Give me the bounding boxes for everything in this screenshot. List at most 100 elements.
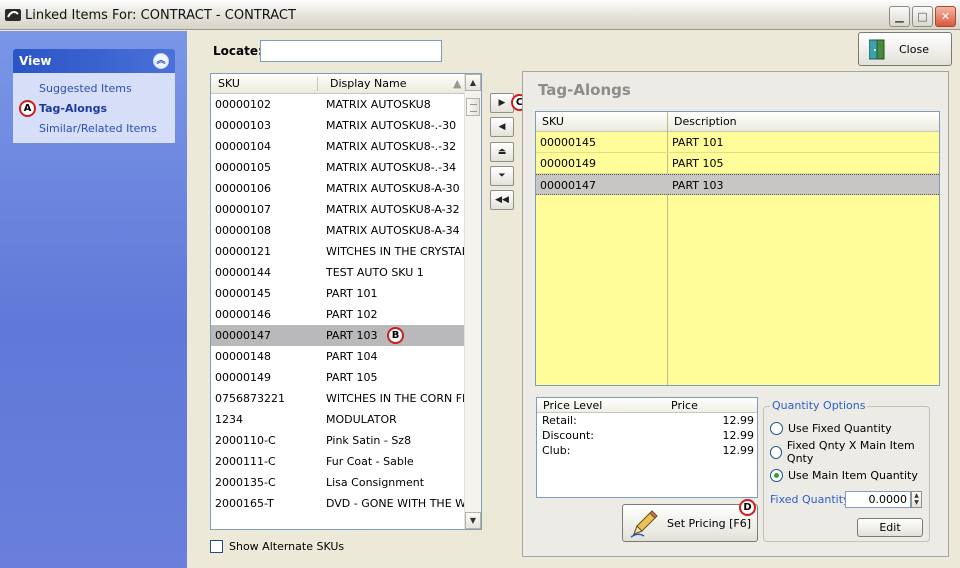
- sku-cell: 00000145: [215, 287, 271, 300]
- use-main-item-quantity-radio[interactable]: [770, 468, 783, 482]
- display-name-cell: MATRIX AUTOSKU8-.-30: [326, 119, 457, 132]
- sku-cell: 1234: [215, 413, 243, 426]
- sku-cell: 00000147: [215, 329, 271, 342]
- fixed-qnty-x-main-radio[interactable]: [770, 445, 782, 459]
- column-header-sku[interactable]: SKU: [542, 115, 564, 128]
- quantity-options-legend: Quantity Options: [770, 399, 868, 412]
- table-row[interactable]: 00000145 PART 101: [211, 283, 481, 304]
- sidebar-item-label: Suggested Items: [39, 82, 132, 95]
- maximize-button[interactable]: □: [912, 6, 933, 27]
- table-row[interactable]: 1234 MODULATOR: [211, 409, 481, 430]
- radio-label: Fixed Qnty X Main Item Qnty: [786, 439, 915, 465]
- view-panel-header[interactable]: View ︽: [13, 49, 175, 73]
- table-row[interactable]: 00000102 MATRIX AUTOSKU8: [211, 94, 481, 115]
- vertical-scrollbar[interactable]: ▲ ▼: [464, 74, 481, 529]
- table-row[interactable]: 0756873221 WITCHES IN THE CORN FIE: [211, 388, 481, 409]
- grid-rows: 00000102 MATRIX AUTOSKU8 00000103 MATRIX AU…: [211, 94, 481, 514]
- scroll-up-icon[interactable]: ▲: [465, 74, 481, 91]
- callout-b: B: [387, 327, 404, 344]
- close-button[interactable]: Close: [858, 32, 952, 66]
- sku-cell: 00000102: [215, 98, 271, 111]
- callout-a: A: [19, 100, 36, 117]
- display-name-cell: PART 102: [326, 308, 378, 321]
- sidebar-item-tag-alongs[interactable]: Tag-Alongs: [13, 99, 175, 119]
- list-item: Discount: 12.99: [537, 428, 757, 443]
- table-row[interactable]: 00000105 MATRIX AUTOSKU8-.-34: [211, 157, 481, 178]
- tag-alongs-panel: Tag-Alongs SKU Description 00000145 PART …: [522, 71, 949, 557]
- column-header-description[interactable]: Description: [674, 115, 737, 128]
- table-row[interactable]: 00000121 WITCHES IN THE CRYSTAL: [211, 241, 481, 262]
- price-level-cell: Discount:: [542, 429, 594, 442]
- sku-cell: 00000149: [215, 371, 271, 384]
- display-name-cell: Lisa Consignment: [326, 476, 425, 489]
- sku-cell: 00000145: [540, 136, 596, 149]
- table-row[interactable]: 00000103 MATRIX AUTOSKU8-.-30: [211, 115, 481, 136]
- table-row[interactable]: 00000146 PART 102: [211, 304, 481, 325]
- sku-cell: 00000121: [215, 245, 271, 258]
- move-up-button[interactable]: ⏏: [490, 142, 514, 162]
- tag-alongs-grid: SKU Description 00000145 PART 101 00000149…: [535, 111, 940, 386]
- remove-all-button[interactable]: ◀◀: [490, 190, 514, 210]
- move-down-button[interactable]: ⏷: [490, 166, 514, 186]
- price-cell: 12.99: [722, 444, 755, 457]
- use-fixed-quantity-option[interactable]: Use Fixed Quantity: [770, 420, 892, 436]
- table-row[interactable]: 00000147 PART 103: [211, 325, 481, 346]
- table-row[interactable]: 00000149 PART 105: [536, 153, 939, 174]
- sku-cell: 0756873221: [215, 392, 285, 405]
- table-row[interactable]: 00000104 MATRIX AUTOSKU8-.-32: [211, 136, 481, 157]
- table-row[interactable]: 00000145 PART 101: [536, 132, 939, 153]
- app-icon: [5, 9, 21, 21]
- display-name-cell: Pink Satin - Sz8: [326, 434, 412, 447]
- table-row[interactable]: 2000111-C Fur Coat - Sable: [211, 451, 481, 472]
- sku-cell: 00000103: [215, 119, 271, 132]
- show-alternate-skus[interactable]: Show Alternate SKUs: [210, 539, 344, 553]
- sku-cell: 00000148: [215, 350, 271, 363]
- close-label: Close: [899, 43, 929, 56]
- list-item: Club: 12.99: [537, 443, 757, 458]
- tag-alongs-title: Tag-Alongs: [538, 81, 631, 99]
- window-close-button[interactable]: ✕: [935, 6, 956, 27]
- price-cell: 12.99: [722, 414, 755, 427]
- use-fixed-quantity-radio[interactable]: [770, 421, 783, 435]
- table-row[interactable]: 2000165-T DVD - GONE WITH THE WIN: [211, 493, 481, 514]
- table-row[interactable]: 00000144 TEST AUTO SKU 1: [211, 262, 481, 283]
- show-alternate-skus-checkbox[interactable]: [210, 539, 223, 553]
- window-title: Linked Items For: CONTRACT - CONTRACT: [25, 8, 296, 23]
- sidebar-item-suggested[interactable]: Suggested Items: [13, 79, 175, 99]
- table-row[interactable]: 00000106 MATRIX AUTOSKU8-A-30: [211, 178, 481, 199]
- minimize-button[interactable]: ▁: [889, 6, 910, 27]
- use-main-item-quantity-option[interactable]: Use Main Item Quantity: [770, 467, 918, 483]
- table-row[interactable]: 00000147 PART 103: [536, 174, 939, 195]
- table-row[interactable]: 2000110-C Pink Satin - Sz8: [211, 430, 481, 451]
- scroll-down-icon[interactable]: ▼: [465, 512, 481, 529]
- display-name-cell: Fur Coat - Sable: [326, 455, 414, 468]
- display-name-cell: MATRIX AUTOSKU8-A-32: [326, 203, 460, 216]
- locate-input[interactable]: [260, 40, 442, 62]
- description-cell: PART 103: [672, 179, 724, 192]
- table-row[interactable]: 00000148 PART 104: [211, 346, 481, 367]
- sku-cell: 00000107: [215, 203, 271, 216]
- scroll-thumb[interactable]: [466, 98, 480, 116]
- column-header-sku[interactable]: SKU: [218, 77, 240, 90]
- price-cell: 12.99: [722, 429, 755, 442]
- display-name-cell: WITCHES IN THE CRYSTAL: [326, 245, 466, 258]
- fixed-qnty-x-main-option[interactable]: Fixed Qnty X Main Item Qnty: [770, 439, 929, 465]
- table-row[interactable]: 00000149 PART 105: [211, 367, 481, 388]
- sidebar-item-similar[interactable]: Similar/Related Items: [13, 119, 175, 139]
- collapse-chevron-icon[interactable]: ︽: [153, 53, 169, 69]
- fixed-quantity-input[interactable]: 0.0000: [845, 491, 911, 508]
- price-level-cell: Club:: [542, 444, 571, 457]
- edit-button[interactable]: Edit: [857, 518, 923, 537]
- table-row[interactable]: 2000135-C Lisa Consignment: [211, 472, 481, 493]
- remove-item-button[interactable]: ◀: [490, 117, 514, 137]
- set-pricing-button[interactable]: Set Pricing [F6]: [622, 504, 758, 542]
- sku-cell: 00000104: [215, 140, 271, 153]
- table-row[interactable]: 00000108 MATRIX AUTOSKU8-A-34: [211, 220, 481, 241]
- view-panel-title: View: [19, 54, 52, 68]
- fixed-quantity-spinner[interactable]: ▲ ▼: [911, 491, 922, 508]
- column-header-display-name[interactable]: Display Name: [330, 77, 407, 90]
- callout-d: D: [739, 499, 756, 516]
- display-name-cell: PART 105: [326, 371, 378, 384]
- table-row[interactable]: 00000107 MATRIX AUTOSKU8-A-32: [211, 199, 481, 220]
- sku-cell: 00000108: [215, 224, 271, 237]
